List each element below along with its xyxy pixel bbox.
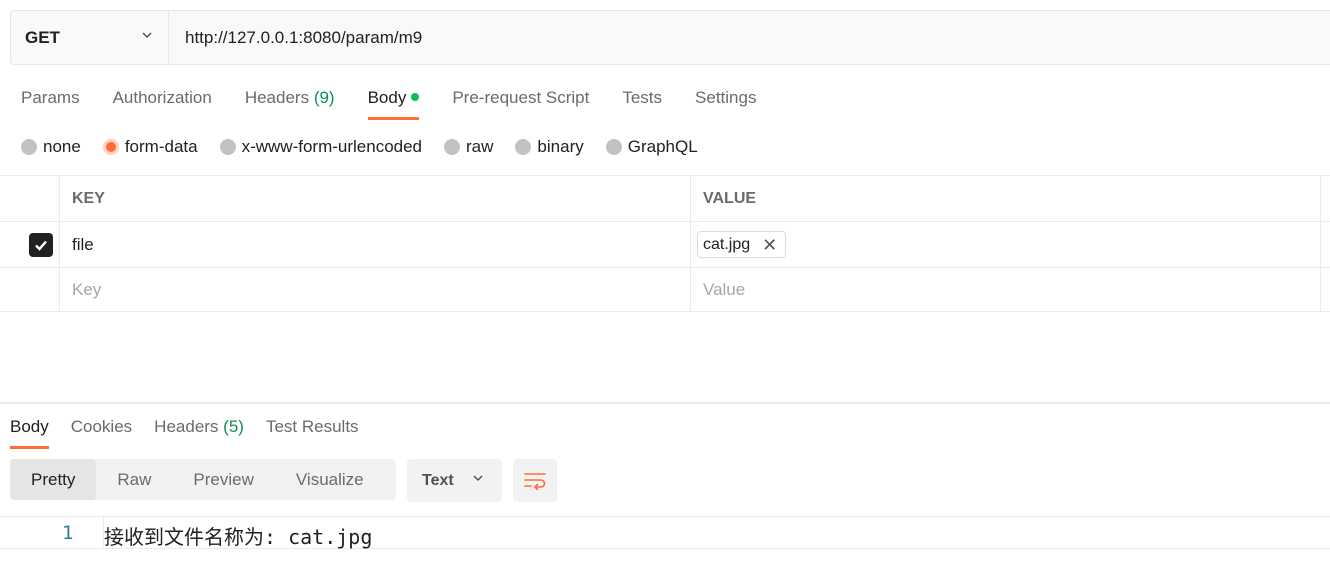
- headers-count: (9): [313, 88, 335, 107]
- radio-circle: [605, 139, 622, 155]
- tab-label: Settings: [695, 88, 757, 107]
- radio-circle: [21, 139, 37, 155]
- form-data-table: KEY VALUE file cat.jpg ✕ Key Value: [0, 175, 1330, 312]
- row-checkbox[interactable]: [29, 232, 53, 257]
- tab-headers[interactable]: Headers (9): [245, 84, 335, 120]
- close-icon[interactable]: ✕: [762, 236, 777, 254]
- wrap-lines-button[interactable]: [513, 459, 557, 502]
- row-check-cell: [0, 268, 60, 311]
- tab-label: Cookies: [70, 417, 133, 436]
- radio-label: GraphQL: [627, 137, 698, 156]
- tab-settings[interactable]: Settings: [695, 84, 756, 120]
- tab-label: Test Results: [265, 417, 359, 436]
- tab-test-results[interactable]: Test Results: [266, 413, 359, 449]
- method-label: GET: [25, 27, 60, 47]
- view-mode-pretty[interactable]: Pretty: [10, 459, 97, 500]
- header-key: KEY: [60, 176, 691, 221]
- request-tabs: Params Authorization Headers (9) Body Pr…: [21, 84, 789, 120]
- tab-label: Headers: [244, 88, 310, 107]
- tab-pre-request-script[interactable]: Pre-request Script: [452, 84, 589, 120]
- table-row-new: Key Value: [0, 267, 1330, 312]
- radio-label: none: [43, 137, 81, 156]
- view-mode-preview[interactable]: Preview: [172, 459, 274, 500]
- response-divider[interactable]: [0, 402, 1330, 404]
- chevron-down-icon: [140, 28, 154, 47]
- tab-params[interactable]: Params: [21, 84, 80, 120]
- radio-form-data[interactable]: form-data: [102, 137, 198, 157]
- response-body-text: 接收到文件名称为: cat.jpg: [104, 525, 373, 549]
- tab-label: Pre-request Script: [452, 88, 590, 107]
- radio-circle: [515, 139, 532, 155]
- view-mode-segmented-control: Pretty Raw Preview Visualize: [10, 459, 396, 500]
- body-indicator-dot: [411, 93, 420, 101]
- row-key-input[interactable]: file: [60, 222, 691, 267]
- tab-authorization[interactable]: Authorization: [113, 84, 212, 120]
- radio-none[interactable]: none: [21, 137, 81, 157]
- response-tabs: Body Cookies Headers (5) Test Results: [10, 413, 381, 449]
- radio-circle: [219, 139, 236, 155]
- radio-raw[interactable]: raw: [444, 137, 493, 157]
- value-placeholder-input[interactable]: Value: [691, 268, 1321, 311]
- tab-label: Tests: [622, 88, 663, 107]
- tab-label: Authorization: [112, 88, 212, 107]
- view-mode-visualize[interactable]: Visualize: [275, 459, 385, 500]
- radio-label: binary: [537, 137, 584, 156]
- url-input[interactable]: http://127.0.0.1:8080/param/m9: [169, 11, 1330, 64]
- tab-label: Body: [10, 417, 49, 436]
- file-chip: cat.jpg ✕: [697, 231, 787, 258]
- radio-label: x-www-form-urlencoded: [241, 137, 423, 156]
- response-headers-count: (5): [223, 417, 244, 436]
- request-bar: GET http://127.0.0.1:8080/param/m9: [10, 10, 1330, 65]
- chevron-down-icon: [471, 471, 485, 490]
- method-select[interactable]: GET: [11, 11, 169, 64]
- body-type-radios: none form-data x-www-form-urlencoded raw…: [21, 134, 720, 160]
- line-number: 1: [62, 522, 74, 544]
- key-placeholder-input[interactable]: Key: [60, 268, 691, 311]
- tab-response-body[interactable]: Body: [10, 413, 49, 449]
- format-select-label: Text: [422, 471, 454, 489]
- radio-circle: [444, 139, 461, 155]
- header-check-cell: [0, 176, 60, 221]
- format-select[interactable]: Text: [407, 459, 502, 502]
- header-value: VALUE: [691, 176, 1321, 221]
- tab-cookies[interactable]: Cookies: [71, 413, 132, 449]
- view-mode-raw[interactable]: Raw: [96, 459, 172, 500]
- tab-body[interactable]: Body: [367, 84, 420, 120]
- radio-label: raw: [466, 137, 494, 156]
- tab-tests[interactable]: Tests: [622, 84, 662, 120]
- tab-label: Body: [367, 88, 407, 107]
- table-row: file cat.jpg ✕: [0, 221, 1330, 267]
- radio-circle-checked: [102, 139, 119, 155]
- row-value-cell[interactable]: cat.jpg ✕: [691, 222, 1321, 267]
- tab-label: Headers: [154, 417, 219, 436]
- checkmark-icon: [35, 240, 47, 251]
- tab-response-headers[interactable]: Headers (5): [154, 413, 244, 449]
- radio-binary[interactable]: binary: [515, 137, 584, 157]
- file-chip-label: cat.jpg: [703, 235, 751, 253]
- wrap-lines-icon: [524, 472, 546, 490]
- row-check-cell: [0, 222, 60, 267]
- radio-label: form-data: [124, 137, 198, 156]
- tab-label: Params: [21, 88, 80, 107]
- response-body-viewer[interactable]: 1 接收到文件名称为: cat.jpg: [0, 516, 1330, 549]
- table-header-row: KEY VALUE: [0, 175, 1330, 221]
- radio-graphql[interactable]: GraphQL: [605, 137, 698, 157]
- radio-x-www-form-urlencoded[interactable]: x-www-form-urlencoded: [219, 137, 423, 157]
